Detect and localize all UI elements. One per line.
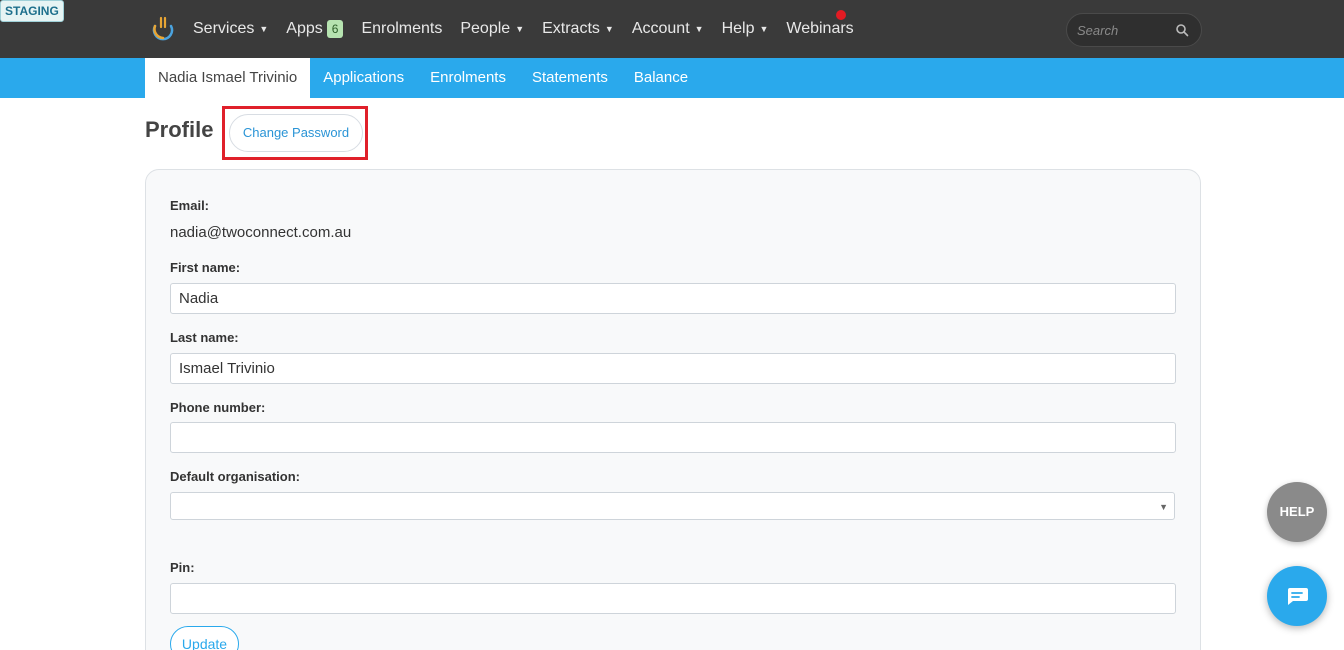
nav-help[interactable]: Help ▼ xyxy=(722,20,769,38)
first-name-label: First name: xyxy=(170,260,241,275)
nav-extracts-label: Extracts xyxy=(542,20,600,37)
nav-account-label: Account xyxy=(631,20,690,37)
chat-widget-button[interactable] xyxy=(1267,566,1327,626)
email-value: nadia@twoconnect.com.au xyxy=(170,224,352,241)
caret-down-icon: ▼ xyxy=(694,24,704,34)
nav-help-label: Help xyxy=(721,20,755,37)
pin-label: Pin: xyxy=(170,560,195,575)
search-input[interactable] xyxy=(1077,16,1177,44)
nav-apps[interactable]: Apps 6 xyxy=(286,20,344,38)
tab-profile-name[interactable]: Nadia Ismael Trivinio xyxy=(145,58,311,98)
top-navbar: STAGING Services ▼ Apps 6 Enrolments Peo… xyxy=(0,0,1344,58)
nav-apps-label: Apps xyxy=(286,20,323,37)
caret-down-icon: ▼ xyxy=(759,24,769,34)
nav-account[interactable]: Account ▼ xyxy=(632,20,704,38)
pin-field[interactable] xyxy=(170,583,1176,614)
chevron-down-icon: ▼ xyxy=(1159,502,1168,512)
tab-enrolments[interactable]: Enrolments xyxy=(417,58,519,98)
apps-count-badge: 6 xyxy=(326,20,344,38)
default-org-select[interactable]: ▼ xyxy=(170,492,1175,520)
tab-balance[interactable]: Balance xyxy=(621,58,701,98)
nav-webinars-label: Webinars xyxy=(786,20,854,37)
main-nav: Services ▼ Apps 6 Enrolments People ▼ Ex… xyxy=(193,0,872,58)
help-widget-button[interactable]: HELP xyxy=(1267,482,1327,542)
profile-form-card xyxy=(145,169,1201,650)
profile-subnav: Nadia Ismael Trivinio Applications Enrol… xyxy=(0,58,1344,98)
nav-services-label: Services xyxy=(193,20,255,37)
caret-down-icon: ▼ xyxy=(604,24,614,34)
caret-down-icon: ▼ xyxy=(259,24,269,34)
search-box xyxy=(1066,13,1202,47)
page-title: Profile xyxy=(145,117,214,142)
last-name-label: Last name: xyxy=(170,330,239,345)
notification-dot xyxy=(836,10,846,20)
caret-down-icon: ▼ xyxy=(515,24,525,34)
first-name-field[interactable]: Nadia xyxy=(170,283,1176,314)
search-icon[interactable] xyxy=(1175,23,1189,37)
nav-people-label: People xyxy=(460,20,511,37)
phone-label: Phone number: xyxy=(170,400,266,415)
nav-enrolments-label: Enrolments xyxy=(361,20,443,37)
tab-applications[interactable]: Applications xyxy=(310,58,417,98)
update-button[interactable]: Update xyxy=(170,626,239,650)
nav-people[interactable]: People ▼ xyxy=(460,20,524,38)
tab-statements[interactable]: Statements xyxy=(519,58,621,98)
phone-field[interactable] xyxy=(170,422,1176,453)
chat-icon xyxy=(1288,588,1308,605)
email-label: Email: xyxy=(170,198,210,213)
nav-extracts[interactable]: Extracts ▼ xyxy=(542,20,614,38)
staging-badge: STAGING xyxy=(0,0,64,22)
default-org-label: Default organisation: xyxy=(170,469,301,484)
nav-enrolments[interactable]: Enrolments xyxy=(361,20,442,38)
nav-services[interactable]: Services ▼ xyxy=(193,20,268,38)
last-name-field[interactable]: Ismael Trivinio xyxy=(170,353,1176,384)
change-password-button[interactable]: Change Password xyxy=(229,114,363,152)
app-logo-icon[interactable] xyxy=(150,14,176,42)
nav-webinars[interactable]: Webinars xyxy=(786,20,853,38)
